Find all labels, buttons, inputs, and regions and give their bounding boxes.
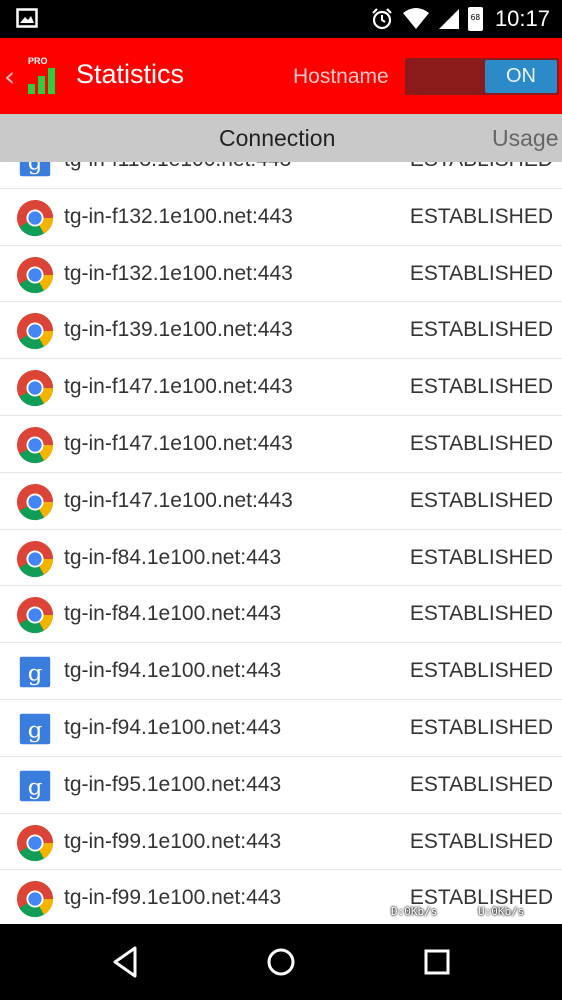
svg-text:g: g: [28, 162, 43, 176]
connection-state: ESTABLISHED: [409, 375, 553, 399]
connection-host: tg-in-f84.1e100.net:443: [64, 602, 282, 626]
connection-host: tg-in-f94.1e100.net:443: [64, 715, 282, 739]
chrome-icon: [16, 880, 54, 918]
list-item[interactable]: g tg-in-f94.1e100.net:443 ESTABLISHED: [0, 700, 562, 757]
chrome-icon: [16, 256, 54, 294]
list-item[interactable]: g tg-in-f113.1e100.net:443 ESTABLISHED: [0, 162, 562, 189]
connection-state: ESTABLISHED: [409, 318, 553, 342]
list-item[interactable]: tg-in-f147.1e100.net:443 ESTABLISHED: [0, 416, 562, 473]
connection-state: ESTABLISHED: [409, 204, 553, 228]
connection-host: tg-in-f99.1e100.net:443: [64, 886, 282, 910]
chrome-icon: [16, 483, 54, 521]
list-item[interactable]: tg-in-f99.1e100.net:443 ESTABLISHED: [0, 814, 562, 871]
connection-state: ESTABLISHED: [409, 602, 553, 626]
upload-speed: U:0Kb/s: [478, 905, 525, 918]
connection-host: tg-in-f95.1e100.net:443: [64, 772, 282, 796]
connection-state: ESTABLISHED: [409, 715, 553, 739]
connection-state: ESTABLISHED: [409, 829, 553, 853]
list-item[interactable]: g tg-in-f95.1e100.net:443 ESTABLISHED: [0, 757, 562, 814]
image-icon: [16, 8, 38, 28]
svg-text:g: g: [28, 774, 43, 800]
connection-host: tg-in-f147.1e100.net:443: [64, 375, 293, 399]
connection-host: tg-in-f84.1e100.net:443: [64, 545, 282, 569]
recents-icon[interactable]: [417, 942, 457, 982]
hostname-toggle[interactable]: ON: [405, 58, 559, 95]
connection-state: ESTABLISHED: [409, 772, 553, 796]
google-icon: g: [16, 653, 54, 691]
connection-state: ESTABLISHED: [410, 162, 553, 172]
connection-list[interactable]: gtg-in-f113.1e100.net:443ESTABLISHEDtg-i…: [0, 162, 562, 924]
connection-state: ESTABLISHED: [409, 431, 553, 455]
connection-state: ESTABLISHED: [409, 261, 553, 285]
list-item[interactable]: tg-in-f132.1e100.net:443 ESTABLISHED: [0, 189, 562, 246]
app-bar: ‹ PRO Statistics Hostname ON: [0, 38, 562, 114]
signal-icon: [438, 9, 459, 29]
connection-state: ESTABLISHED: [409, 488, 553, 512]
back-chevron-icon[interactable]: ‹: [4, 60, 15, 93]
connection-host: tg-in-f132.1e100.net:443: [64, 204, 293, 228]
column-connection[interactable]: Connection: [219, 125, 335, 152]
list-item[interactable]: tg-in-f139.1e100.net:443 ESTABLISHED: [0, 302, 562, 360]
connection-host: tg-in-f139.1e100.net:443: [64, 318, 293, 342]
status-time: 10:17: [494, 6, 550, 31]
connection-state: ESTABLISHED: [409, 659, 553, 683]
svg-text:g: g: [28, 718, 43, 744]
chrome-icon: [16, 540, 54, 578]
list-item[interactable]: tg-in-f84.1e100.net:443 ESTABLISHED: [0, 586, 562, 644]
chrome-icon: [16, 596, 54, 634]
app-logo[interactable]: PRO: [26, 56, 66, 96]
chrome-icon: [16, 426, 54, 464]
connection-host: tg-in-f132.1e100.net:443: [64, 261, 293, 285]
chrome-icon: [16, 824, 54, 862]
list-item[interactable]: tg-in-f147.1e100.net:443 ESTABLISHED: [0, 359, 562, 416]
back-icon[interactable]: [105, 942, 145, 982]
google-icon: g: [16, 767, 54, 805]
column-header: Connection Usage: [0, 114, 562, 162]
nav-bar: [0, 924, 562, 1000]
chrome-icon: [16, 312, 54, 350]
hostname-label: Hostname: [293, 65, 389, 88]
battery-icon: 68: [467, 7, 483, 31]
connection-state: ESTABLISHED: [409, 545, 553, 569]
connection-host: tg-in-f99.1e100.net:443: [64, 829, 282, 853]
signal-bars-icon: [28, 68, 55, 94]
toggle-knob: ON: [485, 60, 557, 93]
google-icon: g: [16, 710, 54, 748]
chrome-icon: [16, 199, 54, 237]
chrome-icon: [16, 369, 54, 407]
list-item[interactable]: tg-in-f132.1e100.net:443 ESTABLISHED: [0, 246, 562, 303]
status-bar: 68 10:17: [0, 0, 562, 38]
connection-host: tg-in-f113.1e100.net:443: [64, 162, 291, 172]
home-icon[interactable]: [261, 942, 301, 982]
download-speed: D:0Kb/s: [391, 905, 438, 918]
connection-host: tg-in-f94.1e100.net:443: [64, 659, 282, 683]
connection-host: tg-in-f147.1e100.net:443: [64, 488, 293, 512]
connection-host: tg-in-f147.1e100.net:443: [64, 431, 293, 455]
list-item[interactable]: g tg-in-f94.1e100.net:443 ESTABLISHED: [0, 643, 562, 700]
list-item[interactable]: tg-in-f147.1e100.net:443 ESTABLISHED: [0, 473, 562, 530]
column-usage[interactable]: Usage: [492, 125, 558, 152]
alarm-icon: [372, 8, 392, 30]
google-icon: g: [16, 162, 54, 180]
wifi-icon: [402, 8, 429, 29]
list-item[interactable]: tg-in-f84.1e100.net:443 ESTABLISHED: [0, 530, 562, 587]
battery-level: 68: [470, 13, 481, 22]
svg-text:g: g: [28, 661, 43, 687]
page-title: Statistics: [76, 59, 185, 89]
